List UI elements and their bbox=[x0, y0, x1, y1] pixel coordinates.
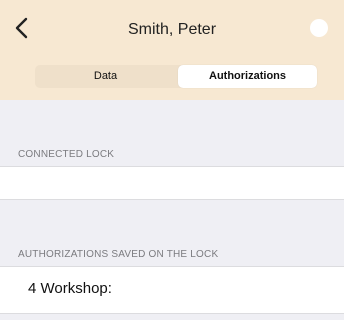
connected-lock-header: CONNECTED LOCK bbox=[18, 149, 115, 160]
tab-authorizations[interactable]: Authorizations bbox=[178, 65, 317, 88]
list-item-label: 4 Workshop: bbox=[28, 280, 112, 297]
nav-bar: Smith, Peter bbox=[0, 0, 344, 58]
connected-lock-row[interactable] bbox=[0, 166, 344, 200]
segmented-control: Data Authorizations bbox=[35, 65, 317, 88]
list-item[interactable]: 4 Workshop: bbox=[0, 266, 344, 314]
segment-band: Data Authorizations bbox=[0, 58, 344, 100]
page-title: Smith, Peter bbox=[127, 21, 217, 38]
chevron-left-icon bbox=[12, 14, 34, 42]
back-button[interactable] bbox=[12, 14, 34, 42]
circle-icon[interactable] bbox=[310, 19, 328, 37]
tab-data[interactable]: Data bbox=[35, 65, 176, 88]
screen: Smith, Peter Data Authorizations CONNECT… bbox=[0, 0, 344, 320]
saved-authorizations-header: AUTHORIZATIONS SAVED ON THE LOCK bbox=[18, 249, 219, 260]
